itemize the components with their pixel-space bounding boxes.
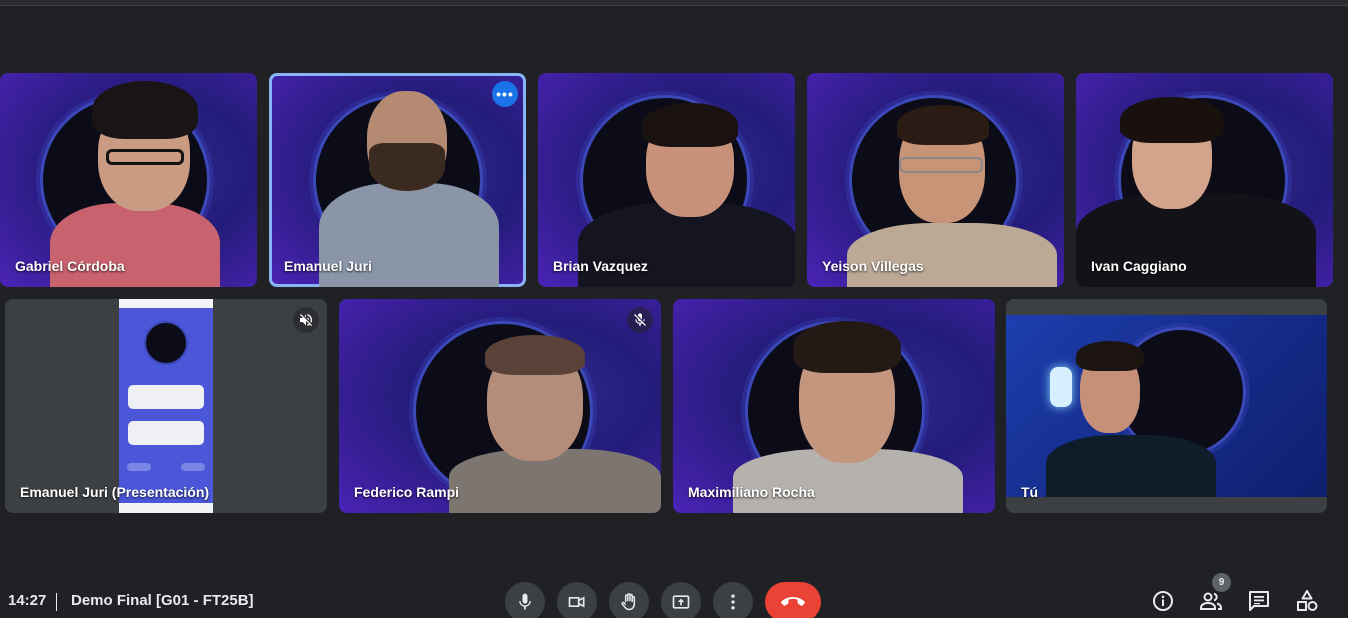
info-icon [1153,591,1173,611]
divider [56,593,57,611]
meeting-details-button[interactable] [1150,588,1176,614]
participant-name: Federico Rampi [354,484,460,500]
videocam-icon [568,596,585,608]
mic-icon [519,593,531,610]
raise-hand-button[interactable] [609,582,649,618]
participant-name: Gabriel Córdoba [15,258,125,274]
muted-badge [627,307,653,333]
henry-logo [144,321,188,365]
more-options-button[interactable] [713,582,753,618]
participant-name: Ivan Caggiano [1091,258,1187,274]
participant-tile-gabriel[interactable]: Gabriel Córdoba [0,73,257,287]
participant-name: Emanuel Juri (Presentación) [20,484,210,500]
participant-video [449,299,661,513]
participant-tile-maximiliano[interactable]: Maximiliano Rocha [673,299,995,513]
participant-tile-brian[interactable]: Brian Vazquez [538,73,795,287]
participant-name: Maximiliano Rocha [688,484,815,500]
participant-video [1076,73,1333,287]
participant-name: Emanuel Juri [284,258,372,274]
call-end-icon [781,597,805,606]
participant-video [309,73,509,287]
participant-tile-self[interactable]: Tú [1006,299,1327,513]
participant-video [578,73,795,287]
raise-hand-icon [621,593,636,611]
chat-button[interactable] [1246,588,1272,614]
more-vertical-icon [731,594,735,610]
microphone-button[interactable] [505,582,545,618]
camera-button[interactable] [557,582,597,618]
meeting-title: Demo Final [G01 - FT25B] [71,592,254,609]
present-screen-icon [672,595,690,609]
participant-video [40,73,240,287]
chat-icon [1249,591,1269,611]
activities-icon [1297,590,1318,611]
participant-tile-emanuel[interactable]: ••• Emanuel Juri [269,73,526,287]
mic-off-icon [634,313,646,326]
more-horizontal-icon: ••• [496,86,514,102]
window-top-border [0,0,1348,6]
participant-count-badge: 9 [1212,573,1231,592]
participant-tile-yeison[interactable]: Yeison Villegas [807,73,1064,287]
volume-off-badge [293,307,319,333]
self-video [1006,315,1327,497]
people-icon [1200,592,1222,610]
activities-button[interactable] [1294,588,1320,614]
participant-video [847,73,1064,287]
meeting-clock: 14:27 [8,592,47,609]
participant-tile-presentation[interactable]: Emanuel Juri (Presentación) [5,299,327,513]
participant-name: Tú [1021,484,1039,500]
more-options-button[interactable]: ••• [492,81,518,107]
participant-tile-ivan[interactable]: Ivan Caggiano [1076,73,1333,287]
participant-video [733,299,973,513]
participant-name: Yeison Villegas [822,258,924,274]
participant-name: Brian Vazquez [553,258,648,274]
participant-tile-federico[interactable]: Federico Rampi [339,299,661,513]
volume-off-icon [300,314,312,326]
leave-call-button[interactable] [765,582,821,618]
present-screen-button[interactable] [661,582,701,618]
presentation-screen [119,299,213,513]
